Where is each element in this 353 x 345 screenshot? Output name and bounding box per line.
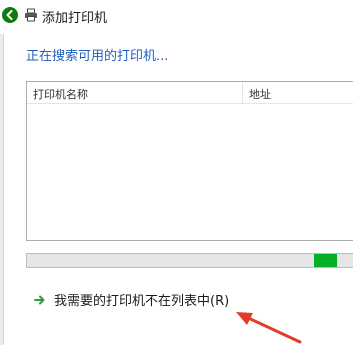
- column-header-printer-name[interactable]: 打印机名称: [33, 86, 88, 102]
- search-progress-bar: [26, 253, 353, 268]
- printer-icon: [25, 8, 37, 22]
- search-status-text: 正在搜索可用的打印机...: [26, 49, 169, 64]
- window-title: 添加打印机: [42, 11, 108, 26]
- title-bar: 添加打印机: [0, 0, 353, 34]
- list-header: 打印机名称 地址: [27, 82, 353, 104]
- printer-not-listed-link[interactable]: 我需要的打印机不在列表中(R): [34, 290, 229, 309]
- green-arrow-icon: [34, 295, 45, 304]
- window-left-edge: [0, 34, 4, 345]
- red-pointer-arrow: [236, 312, 302, 344]
- printer-list[interactable]: 打印机名称 地址: [26, 81, 353, 241]
- column-divider[interactable]: [242, 82, 243, 103]
- back-arrow-icon: [2, 7, 18, 23]
- add-printer-window: 添加打印机 正在搜索可用的打印机... 打印机名称 地址 我需要的打印机不在列表…: [0, 0, 353, 345]
- back-button[interactable]: [0, 5, 20, 25]
- column-header-address[interactable]: 地址: [249, 86, 271, 102]
- printer-not-listed-label: 我需要的打印机不在列表中(R): [54, 294, 230, 309]
- progress-fill: [313, 254, 337, 267]
